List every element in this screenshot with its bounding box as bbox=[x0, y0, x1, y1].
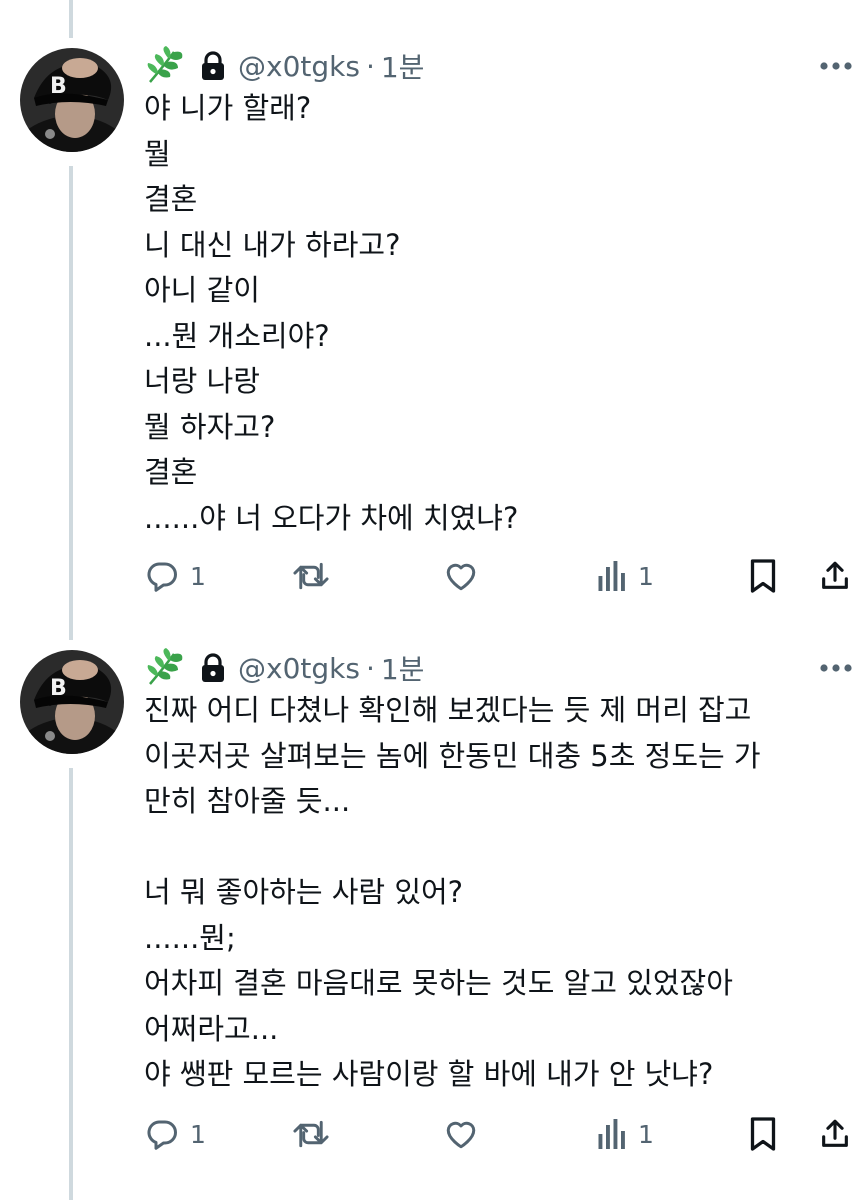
views-count: 1 bbox=[638, 561, 654, 591]
more-options-icon[interactable] bbox=[819, 663, 853, 673]
avatar[interactable]: B bbox=[20, 48, 124, 152]
herb-leaf-icon bbox=[144, 648, 186, 688]
bookmark-button[interactable] bbox=[748, 1114, 778, 1154]
author-handle[interactable]: @x0tgks bbox=[238, 50, 360, 83]
reply-button[interactable]: 1 bbox=[144, 556, 206, 596]
heart-icon bbox=[446, 1121, 476, 1149]
herb-leaf-icon bbox=[144, 46, 186, 86]
lock-icon bbox=[200, 51, 226, 81]
like-button[interactable] bbox=[442, 556, 490, 596]
views-button[interactable]: 1 bbox=[596, 1114, 654, 1154]
retweet-button[interactable] bbox=[292, 556, 340, 596]
reply-icon bbox=[147, 1120, 177, 1150]
reply-icon bbox=[147, 562, 177, 592]
retweet-icon bbox=[293, 562, 329, 590]
separator-dot: · bbox=[365, 651, 375, 685]
tweet-header: @x0tgks · 1분 bbox=[144, 648, 424, 688]
tweet-actions: 1 1 bbox=[144, 1114, 859, 1154]
like-button[interactable] bbox=[442, 1114, 490, 1154]
views-bar-chart-icon bbox=[598, 1119, 625, 1149]
timestamp[interactable]: 1분 bbox=[381, 648, 425, 688]
reply-count: 1 bbox=[190, 1119, 206, 1149]
share-button[interactable] bbox=[818, 1114, 852, 1154]
tweet[interactable]: B @x0tgks · 1분 bbox=[0, 0, 867, 620]
timestamp[interactable]: 1분 bbox=[381, 46, 425, 86]
svg-text:B: B bbox=[50, 74, 67, 99]
bookmark-icon bbox=[750, 1117, 776, 1151]
retweet-icon bbox=[293, 1120, 329, 1148]
views-bar-chart-icon bbox=[598, 561, 625, 591]
reply-count: 1 bbox=[190, 561, 206, 591]
bookmark-button[interactable] bbox=[748, 556, 778, 596]
avatar[interactable]: B bbox=[20, 650, 124, 754]
share-icon bbox=[822, 1119, 848, 1147]
tweet[interactable]: B @x0tgks · 1분 bbox=[0, 620, 867, 1200]
separator-dot: · bbox=[365, 49, 375, 83]
heart-icon bbox=[446, 563, 476, 591]
more-options-icon[interactable] bbox=[819, 61, 853, 71]
bookmark-icon bbox=[750, 559, 776, 593]
tweet-text: 진짜 어디 다쳤나 확인해 보겠다는 듯 제 머리 잡고 이곳저곳 살펴보는 놈… bbox=[144, 693, 761, 1091]
reply-button[interactable]: 1 bbox=[144, 1114, 206, 1154]
views-count: 1 bbox=[638, 1119, 654, 1149]
author-handle[interactable]: @x0tgks bbox=[238, 652, 360, 685]
tweet-actions: 1 1 bbox=[144, 556, 859, 596]
tweet-header: @x0tgks · 1분 bbox=[144, 46, 424, 86]
views-button[interactable]: 1 bbox=[596, 556, 654, 596]
lock-icon bbox=[200, 653, 226, 683]
share-button[interactable] bbox=[818, 556, 852, 596]
tweet-text: 야 니가 할래? 뭘 결혼 니 대신 내가 하라고? 아니 같이 ...뭔 개소… bbox=[144, 91, 519, 535]
svg-text:B: B bbox=[50, 676, 67, 701]
retweet-button[interactable] bbox=[292, 1114, 340, 1154]
share-icon bbox=[822, 561, 848, 589]
